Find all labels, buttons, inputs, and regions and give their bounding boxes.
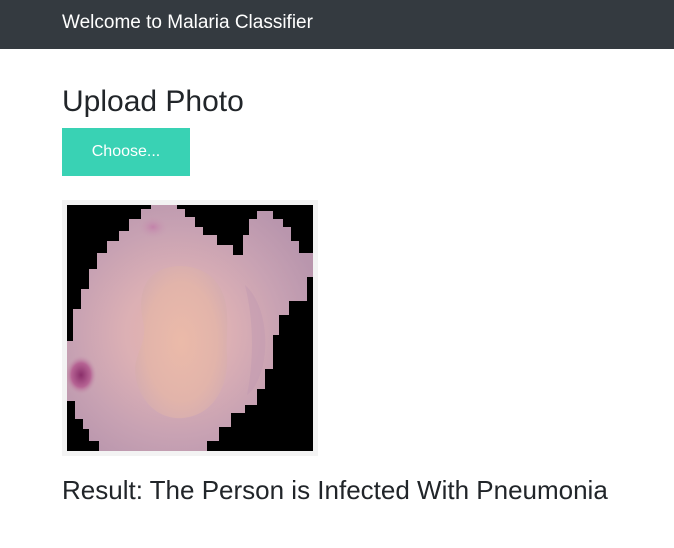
result-text: Result: The Person is Infected With Pneu… [62, 475, 608, 505]
upload-photo-heading: Upload Photo [62, 85, 244, 118]
image-preview [62, 200, 318, 456]
choose-file-button[interactable]: Choose... [62, 128, 190, 176]
cell-image [67, 205, 313, 451]
navbar-brand[interactable]: Welcome to Malaria Classifier [62, 13, 313, 32]
top-navbar: Welcome to Malaria Classifier [0, 0, 674, 49]
